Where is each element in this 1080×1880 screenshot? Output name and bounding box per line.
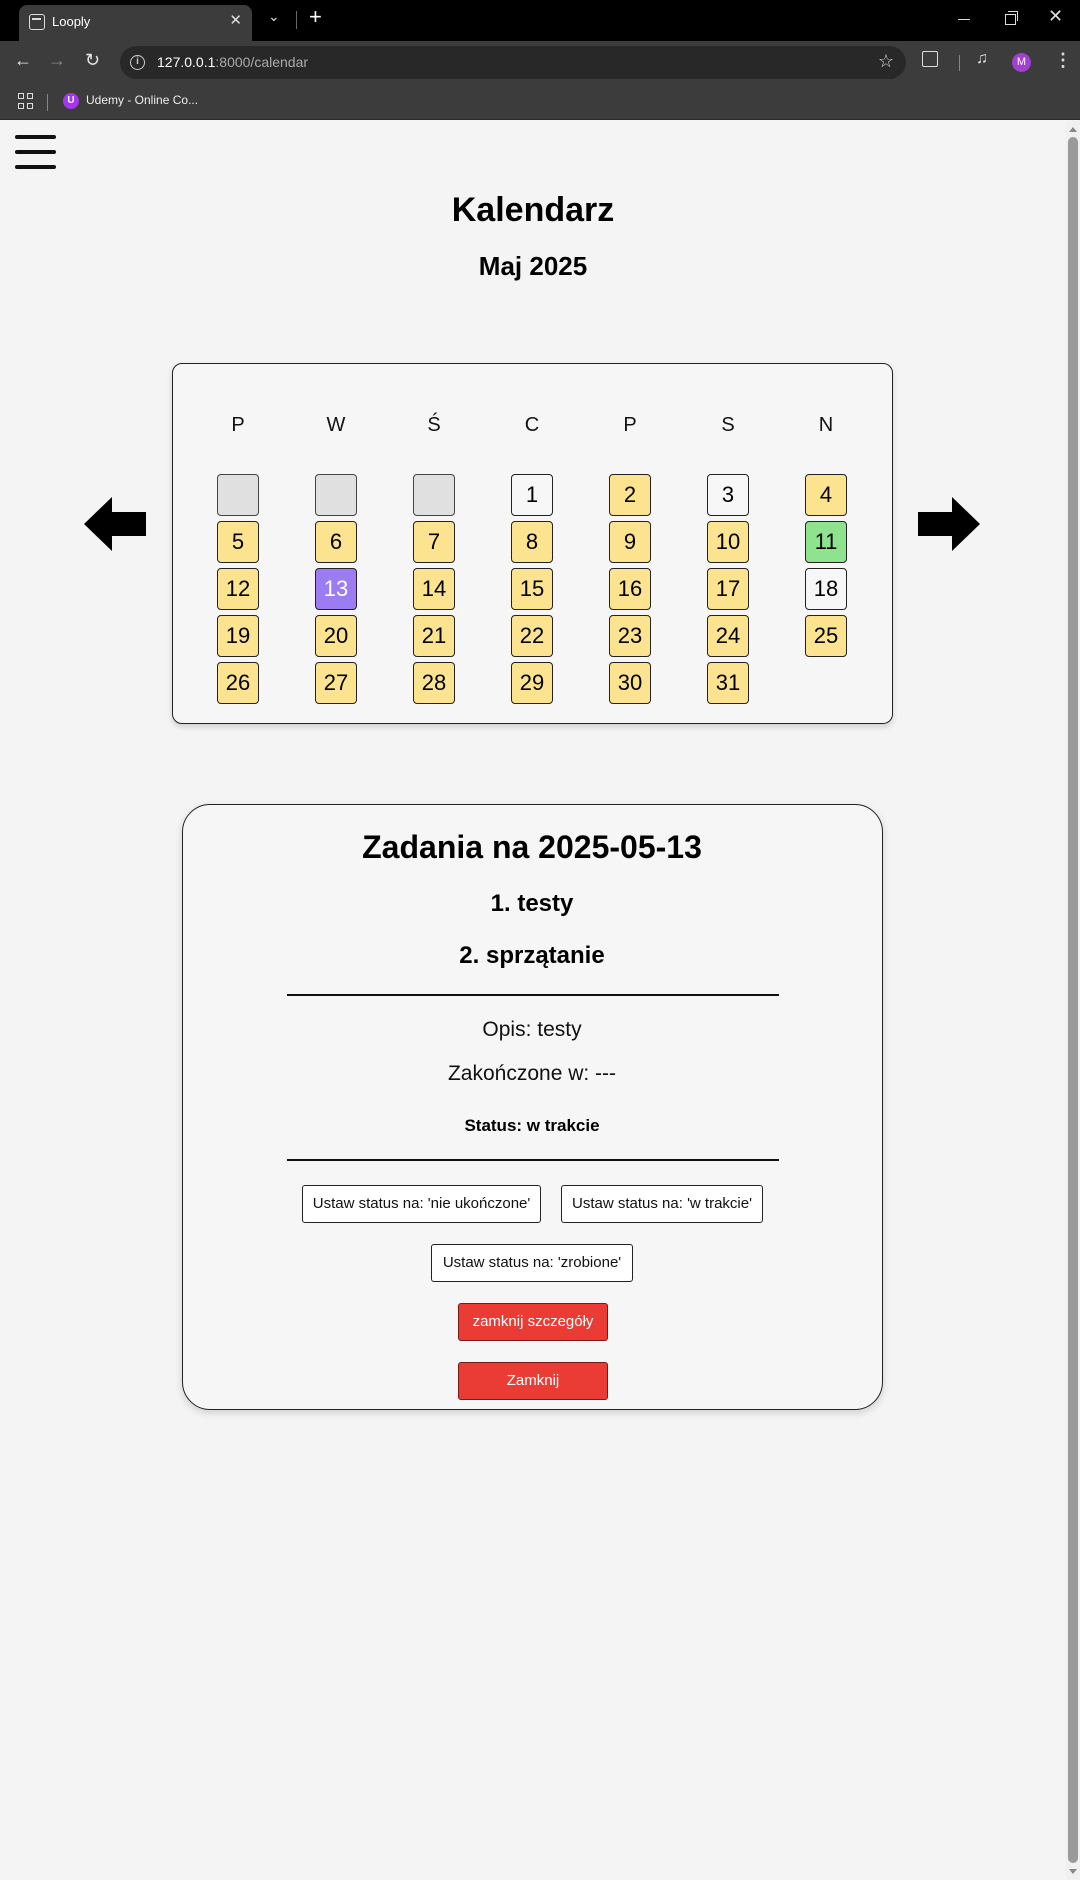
empty-day-cell — [217, 474, 259, 516]
browser-menu-icon[interactable]: ⋮ — [1054, 50, 1072, 71]
divider — [287, 1159, 779, 1161]
browser-toolbar: ← → ↻ i 127.0.0.1:8000/calendar ☆ ♫ M ⋮ — [0, 41, 1080, 84]
day-cell[interactable]: 15 — [511, 568, 553, 610]
tab-search-chevron-icon[interactable]: ⌄ — [268, 8, 280, 25]
site-info-icon[interactable]: i — [130, 55, 145, 70]
task-status: Status: w trakcie — [464, 1116, 600, 1135]
url-path: :8000/calendar — [215, 54, 309, 70]
toolbar-divider — [959, 55, 960, 71]
day-cell[interactable]: 27 — [315, 662, 357, 704]
day-cell[interactable]: 31 — [707, 662, 749, 704]
month-title: Maj 2025 — [478, 251, 588, 281]
day-cell[interactable]: 16 — [609, 568, 651, 610]
bookmark-udemy[interactable]: Udemy - Online Co... — [86, 93, 198, 107]
profile-avatar[interactable]: M — [1012, 53, 1031, 72]
previous-month-arrow-icon[interactable] — [84, 497, 146, 551]
day-cell[interactable]: 11 — [805, 521, 847, 563]
window-close-icon[interactable]: ✕ — [1048, 6, 1063, 27]
weekday-label: C — [524, 414, 540, 436]
empty-day-cell — [315, 474, 357, 516]
restore-icon[interactable] — [1005, 11, 1018, 25]
day-cell[interactable]: 1 — [511, 474, 553, 516]
scroll-down-arrow-icon[interactable] — [1069, 1869, 1077, 1874]
day-cell[interactable]: 12 — [217, 568, 259, 610]
address-bar[interactable]: i 127.0.0.1:8000/calendar ☆ — [120, 46, 906, 79]
task-description: Opis: testy — [482, 1018, 582, 1041]
day-cell[interactable]: 7 — [413, 521, 455, 563]
weekday-label: P — [623, 414, 637, 436]
tab-divider — [296, 11, 297, 29]
day-cell[interactable]: 23 — [609, 615, 651, 657]
reload-icon[interactable]: ↻ — [85, 50, 100, 71]
scroll-up-arrow-icon[interactable] — [1069, 127, 1077, 132]
task-completed-at: Zakończone w: --- — [447, 1062, 617, 1085]
browser-tab[interactable]: Looply ✕ — [19, 5, 252, 41]
next-month-arrow-icon[interactable] — [918, 497, 980, 551]
weekday-label: N — [818, 414, 834, 436]
empty-day-cell — [413, 474, 455, 516]
tasks-title: Zadania na 2025-05-13 — [362, 829, 702, 865]
minimize-icon[interactable] — [958, 19, 970, 20]
day-cell[interactable]: 22 — [511, 615, 553, 657]
calendar-grid: P W Ś C P S N 1 2 3 4 5 6 7 8 9 10 11 12 13 14 15 16 17 18 19 20 21… — [172, 363, 893, 724]
hamburger-menu-icon[interactable] — [15, 135, 56, 169]
day-cell[interactable]: 28 — [413, 662, 455, 704]
day-cell[interactable]: 26 — [217, 662, 259, 704]
browser-tab-strip: Looply ✕ ⌄ + ✕ — [0, 0, 1080, 41]
calendar-favicon-icon — [29, 14, 45, 30]
apps-grid-icon[interactable] — [18, 93, 34, 109]
day-cell[interactable]: 14 — [413, 568, 455, 610]
set-status-done-button[interactable]: Ustaw status na: 'zrobione' — [431, 1244, 633, 1282]
day-cell[interactable]: 5 — [217, 521, 259, 563]
forward-arrow-icon[interactable]: → — [48, 50, 66, 71]
day-cell[interactable]: 21 — [413, 615, 455, 657]
weekday-label: S — [721, 414, 735, 436]
page-content: Kalendarz Maj 2025 P W Ś C P S N 1 2 3 4 5 6 7 8 9 10 11 1… — [0, 121, 1066, 1880]
extensions-puzzle-icon[interactable] — [922, 51, 938, 67]
tasks-panel: Zadania na 2025-05-13 1. testy 2. sprząt… — [182, 804, 883, 1410]
media-control-icon[interactable]: ♫ — [976, 50, 988, 68]
day-cell[interactable]: 19 — [217, 615, 259, 657]
page-title: Kalendarz — [451, 191, 615, 229]
day-cell[interactable]: 18 — [805, 568, 847, 610]
bookmarks-divider — [47, 94, 48, 111]
close-button[interactable]: Zamknij — [458, 1362, 608, 1400]
day-cell-selected[interactable]: 13 — [315, 568, 357, 610]
day-cell[interactable]: 24 — [707, 615, 749, 657]
day-cell[interactable]: 9 — [609, 521, 651, 563]
tab-close-icon[interactable]: ✕ — [229, 11, 242, 29]
day-cell[interactable]: 3 — [707, 474, 749, 516]
day-cell[interactable]: 6 — [315, 521, 357, 563]
day-cell[interactable]: 30 — [609, 662, 651, 704]
day-cell[interactable]: 4 — [805, 474, 847, 516]
bookmark-star-icon[interactable]: ☆ — [878, 51, 894, 72]
back-arrow-icon[interactable]: ← — [14, 50, 32, 71]
day-cell[interactable]: 25 — [805, 615, 847, 657]
weekday-label: Ś — [427, 414, 441, 436]
udemy-icon: U — [63, 93, 79, 109]
day-cell[interactable]: 10 — [707, 521, 749, 563]
task-item[interactable]: 1. testy — [183, 890, 881, 918]
weekday-label: W — [326, 414, 346, 436]
day-cell[interactable]: 17 — [707, 568, 749, 610]
day-cell[interactable]: 2 — [609, 474, 651, 516]
scrollbar-thumb[interactable] — [1068, 137, 1078, 1863]
weekday-label: P — [231, 414, 245, 436]
page-scrollbar[interactable] — [1066, 121, 1080, 1880]
divider — [287, 994, 779, 996]
day-cell[interactable]: 8 — [511, 521, 553, 563]
url-host: 127.0.0.1 — [157, 54, 216, 70]
close-details-button[interactable]: zamknij szczegóły — [458, 1303, 608, 1341]
set-status-in-progress-button[interactable]: Ustaw status na: 'w trakcie' — [561, 1185, 763, 1223]
day-cell[interactable]: 29 — [511, 662, 553, 704]
bookmarks-bar: U Udemy - Online Co... — [0, 84, 1080, 120]
url-text[interactable]: 127.0.0.1:8000/calendar — [157, 54, 308, 70]
new-tab-plus-icon[interactable]: + — [309, 4, 322, 30]
day-cell[interactable]: 20 — [315, 615, 357, 657]
task-item[interactable]: 2. sprzątanie — [183, 942, 881, 970]
tab-title: Looply — [52, 14, 91, 29]
set-status-not-done-button[interactable]: Ustaw status na: 'nie ukończone' — [302, 1185, 541, 1223]
